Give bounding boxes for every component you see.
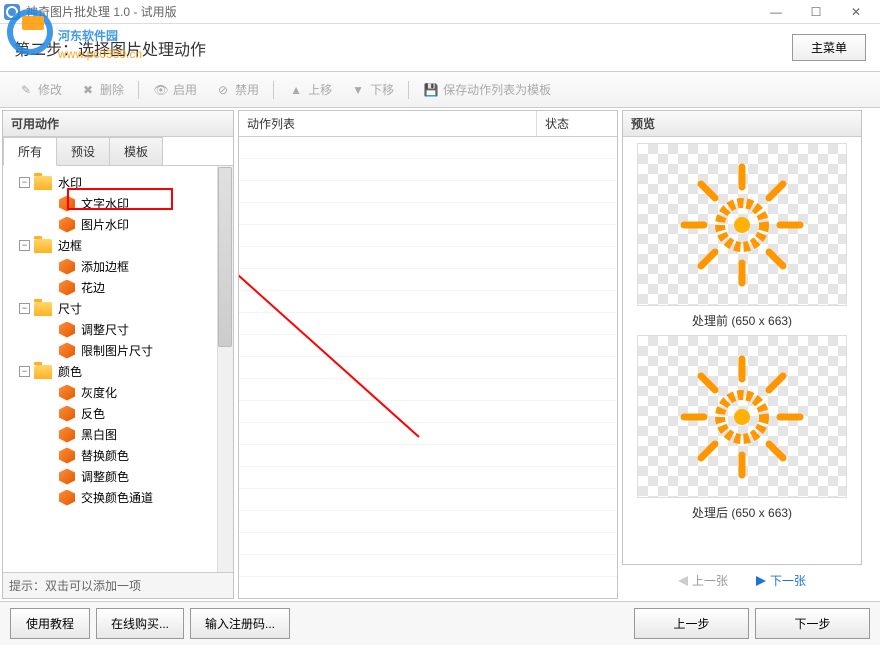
expander-icon[interactable]: − (19, 177, 30, 188)
action-resize[interactable]: 调整尺寸 (5, 319, 231, 340)
separator (138, 81, 139, 99)
category-size[interactable]: −尺寸 (5, 298, 231, 319)
title-bar: 神奇图片批处理 1.0 - 试用版 — ☐ ✕ (0, 0, 880, 24)
tab-template[interactable]: 模板 (109, 137, 163, 165)
column-actions: 动作列表 (239, 111, 537, 136)
separator (408, 81, 409, 99)
delete-icon: ✖ (80, 82, 96, 98)
box-icon (59, 322, 75, 338)
column-state: 状态 (537, 111, 617, 136)
arrow-up-icon: ▲ (288, 82, 304, 98)
eye-off-icon: ⊘ (215, 82, 231, 98)
box-icon (59, 385, 75, 401)
tutorial-button[interactable]: 使用教程 (10, 608, 90, 639)
highlight-frame (67, 188, 173, 210)
modify-button[interactable]: ✎修改 (10, 78, 70, 101)
box-icon (59, 469, 75, 485)
separator (273, 81, 274, 99)
next-step-button[interactable]: 下一步 (755, 608, 870, 639)
save-icon: 💾 (423, 82, 439, 98)
expander-icon[interactable]: − (19, 240, 30, 251)
folder-icon (34, 365, 52, 379)
next-image-button[interactable]: 下一张 (745, 569, 817, 592)
annotation-arrow (239, 137, 619, 597)
action-adjust-color[interactable]: 调整颜色 (5, 466, 231, 487)
action-bw[interactable]: 黑白图 (5, 424, 231, 445)
category-border[interactable]: −边框 (5, 235, 231, 256)
eye-icon: 👁 (153, 82, 169, 98)
bottom-bar: 使用教程 在线购买... 输入注册码... 上一步 下一步 (0, 601, 880, 645)
action-replace-color[interactable]: 替换颜色 (5, 445, 231, 466)
maximize-button[interactable]: ☐ (796, 5, 836, 19)
close-button[interactable]: ✕ (836, 5, 876, 19)
box-icon (59, 280, 75, 296)
main-menu-button[interactable]: 主菜单 (792, 34, 866, 61)
delete-button[interactable]: ✖删除 (72, 78, 132, 101)
enable-button[interactable]: 👁启用 (145, 78, 205, 101)
preview-after-image (637, 335, 847, 498)
scrollbar[interactable] (217, 166, 233, 572)
category-color[interactable]: −颜色 (5, 361, 231, 382)
folder-icon (34, 239, 52, 253)
preview-nav: 上一张 下一张 (622, 569, 862, 592)
buy-button[interactable]: 在线购买... (96, 608, 184, 639)
expander-icon[interactable]: − (19, 303, 30, 314)
prev-step-button[interactable]: 上一步 (634, 608, 749, 639)
available-actions-panel: 可用动作 所有 预设 模板 −水印 文字水印 图片水印 −边框 添加边框 花边 … (2, 110, 234, 599)
box-icon (59, 343, 75, 359)
scrollbar-thumb[interactable] (218, 167, 232, 347)
preview-before-label: 处理前 (650 x 663) (692, 312, 792, 329)
minimize-button[interactable]: — (756, 5, 796, 19)
box-icon (59, 217, 75, 233)
app-icon (4, 4, 20, 20)
action-add-border[interactable]: 添加边框 (5, 256, 231, 277)
box-icon (59, 490, 75, 506)
preview-after-label: 处理后 (650 x 663) (692, 504, 792, 521)
folder-icon (34, 176, 52, 190)
disable-button[interactable]: ⊘禁用 (207, 78, 267, 101)
tab-preset[interactable]: 预设 (56, 137, 110, 165)
tab-all[interactable]: 所有 (3, 137, 57, 166)
step-header: 第二步：选择图片处理动作 主菜单 (0, 24, 880, 72)
preview-body: 处理前 (650 x 663) 处理后 (650 x 663) (623, 137, 861, 564)
arrow-right-icon (756, 576, 766, 586)
preview-header: 预览 (623, 111, 861, 137)
move-down-button[interactable]: ▼下移 (342, 78, 402, 101)
action-invert[interactable]: 反色 (5, 403, 231, 424)
preview-panel: 预览 处理前 (650 x 663) (622, 110, 862, 599)
folder-icon (34, 302, 52, 316)
prev-image-button[interactable]: 上一张 (667, 569, 739, 592)
arrow-left-icon (678, 576, 688, 586)
move-up-button[interactable]: ▲上移 (280, 78, 340, 101)
box-icon (59, 448, 75, 464)
window-controls: — ☐ ✕ (756, 5, 876, 19)
expander-icon[interactable]: − (19, 366, 30, 377)
action-list-body[interactable] (239, 137, 617, 598)
save-template-button[interactable]: 💾保存动作列表为模板 (415, 78, 559, 101)
step-title: 第二步：选择图片处理动作 (14, 36, 206, 60)
main-area: 可用动作 所有 预设 模板 −水印 文字水印 图片水印 −边框 添加边框 花边 … (0, 108, 880, 601)
register-button[interactable]: 输入注册码... (190, 608, 290, 639)
available-actions-header: 可用动作 (3, 111, 233, 137)
action-grayscale[interactable]: 灰度化 (5, 382, 231, 403)
pencil-icon: ✎ (18, 82, 34, 98)
preview-before-image (637, 143, 847, 306)
action-lace[interactable]: 花边 (5, 277, 231, 298)
toolbar: ✎修改 ✖删除 👁启用 ⊘禁用 ▲上移 ▼下移 💾保存动作列表为模板 (0, 72, 880, 108)
action-limit-size[interactable]: 限制图片尺寸 (5, 340, 231, 361)
hint-text: 提示：双击可以添加一项 (3, 572, 233, 598)
box-icon (59, 259, 75, 275)
box-icon (59, 427, 75, 443)
action-swap-channel[interactable]: 交换颜色通道 (5, 487, 231, 508)
action-tree: −水印 文字水印 图片水印 −边框 添加边框 花边 −尺寸 调整尺寸 限制图片尺… (3, 166, 233, 572)
action-list-panel: 动作列表 状态 (238, 110, 618, 599)
arrow-down-icon: ▼ (350, 82, 366, 98)
action-tabs: 所有 预设 模板 (3, 137, 233, 166)
app-title: 神奇图片批处理 1.0 - 试用版 (26, 3, 177, 20)
box-icon (59, 406, 75, 422)
list-header: 动作列表 状态 (239, 111, 617, 137)
action-image-watermark[interactable]: 图片水印 (5, 214, 231, 235)
